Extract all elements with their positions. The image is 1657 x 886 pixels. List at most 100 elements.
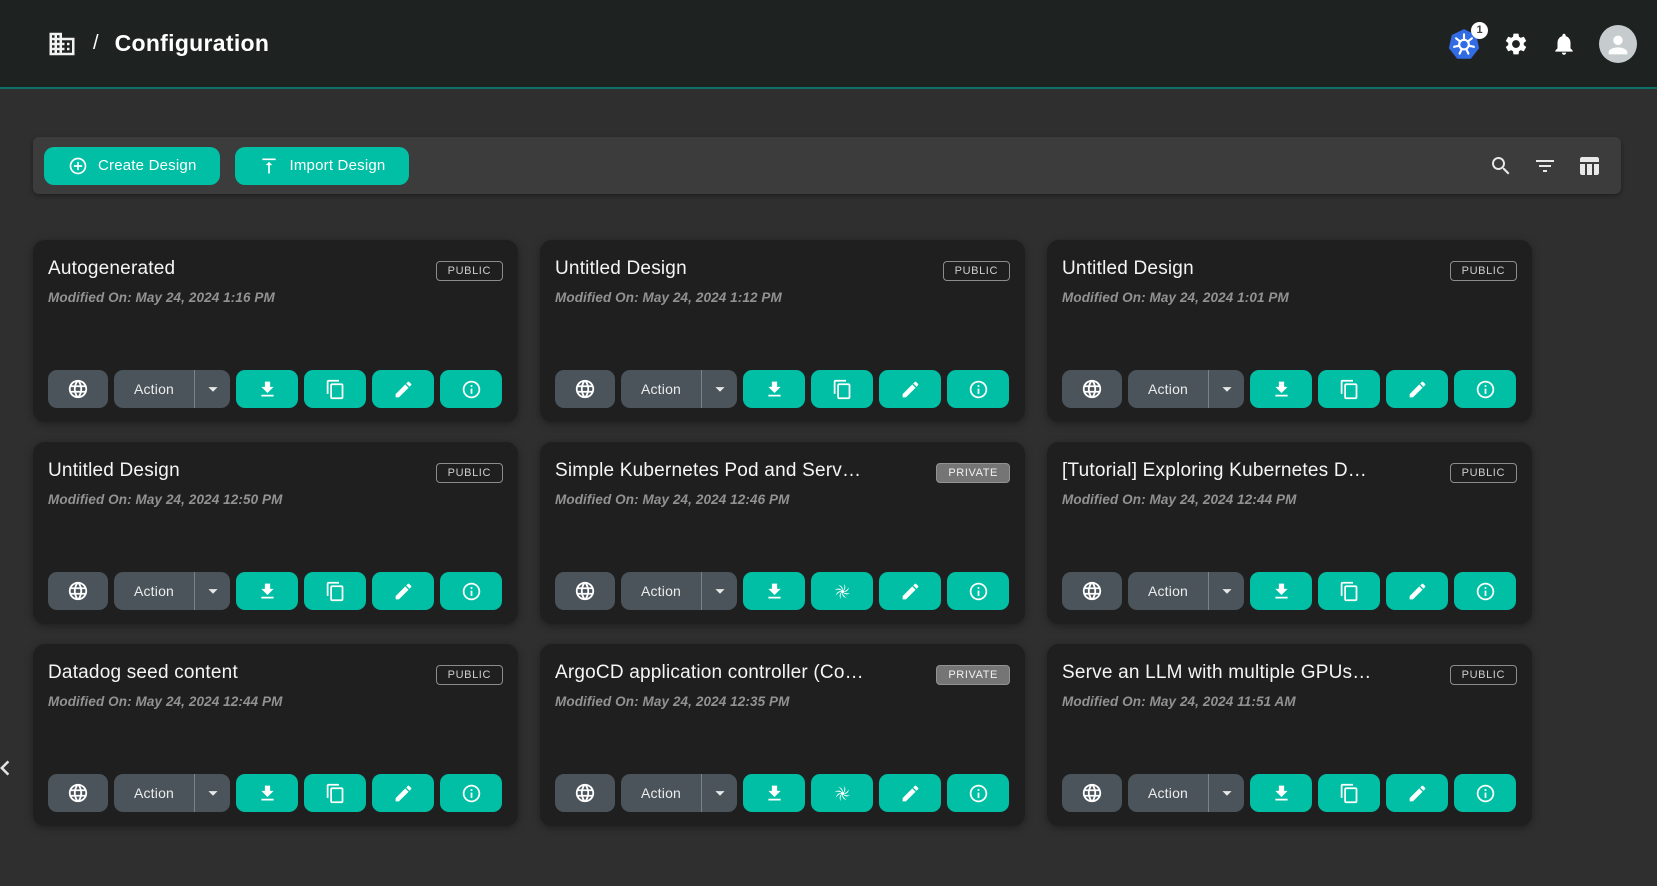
search-button[interactable] [1489,154,1513,178]
action-dropdown-toggle[interactable] [1208,572,1244,610]
edit-button[interactable] [879,370,941,408]
card-action-bar: Action [48,370,503,408]
action-dropdown-toggle[interactable] [194,572,230,610]
page-title: Configuration [115,30,270,57]
download-icon [257,581,278,602]
info-button[interactable] [1454,370,1516,408]
visibility-globe-button[interactable] [48,370,108,408]
clone-button[interactable] [811,370,873,408]
action-button[interactable]: Action [1128,774,1208,812]
design-card[interactable]: Untitled Design PUBLIC Modified On: May … [1047,240,1532,422]
clone-button[interactable] [304,370,366,408]
action-button[interactable]: Action [1128,572,1208,610]
chevron-down-icon [709,782,731,804]
download-button[interactable] [1250,370,1312,408]
visibility-globe-button[interactable] [48,572,108,610]
edit-button[interactable] [1386,370,1448,408]
visibility-globe-button[interactable] [1062,572,1122,610]
clone-button[interactable] [1318,572,1380,610]
edit-button[interactable] [372,370,434,408]
clone-button[interactable] [1318,774,1380,812]
info-button[interactable] [947,572,1009,610]
design-title: Autogenerated [48,258,175,280]
info-button[interactable] [1454,774,1516,812]
action-button[interactable]: Action [621,774,701,812]
clone-button[interactable] [304,774,366,812]
design-card[interactable]: Datadog seed content PUBLIC Modified On:… [33,644,518,826]
sidebar-collapse-button[interactable] [0,753,20,786]
card-header: Serve an LLM with multiple GPUs… PUBLIC [1062,662,1517,685]
design-card[interactable]: ArgoCD application controller (Co… PRIVA… [540,644,1025,826]
download-button[interactable] [236,572,298,610]
user-avatar[interactable] [1599,25,1637,63]
download-button[interactable] [236,370,298,408]
download-button[interactable] [743,572,805,610]
edit-button[interactable] [372,774,434,812]
download-button[interactable] [236,774,298,812]
create-design-button[interactable]: Create Design [44,147,220,185]
card-action-bar: Action [1062,774,1517,812]
action-dropdown-toggle[interactable] [701,774,737,812]
edit-pencil-icon [1407,379,1428,400]
info-button[interactable] [947,774,1009,812]
design-card[interactable]: Autogenerated PUBLIC Modified On: May 24… [33,240,518,422]
visibility-globe-button[interactable] [1062,774,1122,812]
action-button[interactable]: Action [621,572,701,610]
download-button[interactable] [1250,774,1312,812]
action-dropdown-toggle[interactable] [701,572,737,610]
design-card[interactable]: Simple Kubernetes Pod and Serv… PRIVATE … [540,442,1025,624]
action-button[interactable]: Action [621,370,701,408]
settings-button[interactable] [1503,31,1529,57]
kubernetes-context-button[interactable]: 1 [1447,27,1481,61]
design-card[interactable]: [Tutorial] Exploring Kubernetes D… PUBLI… [1047,442,1532,624]
design-title: Serve an LLM with multiple GPUs… [1062,662,1371,684]
visibility-globe-button[interactable] [48,774,108,812]
import-design-button[interactable]: Import Design [235,147,409,185]
modified-on-text: Modified On: May 24, 2024 1:12 PM [555,290,1010,305]
design-card[interactable]: Untitled Design PUBLIC Modified On: May … [540,240,1025,422]
table-view-button[interactable] [1577,154,1601,178]
info-button[interactable] [440,572,502,610]
info-button[interactable] [440,774,502,812]
visibility-globe-button[interactable] [555,572,615,610]
clone-button[interactable] [1318,370,1380,408]
info-icon [1475,379,1496,400]
design-card[interactable]: Untitled Design PUBLIC Modified On: May … [33,442,518,624]
edit-button[interactable] [1386,572,1448,610]
action-dropdown-toggle[interactable] [194,370,230,408]
design-spiral-button[interactable] [811,774,873,812]
visibility-globe-button[interactable] [555,774,615,812]
download-button[interactable] [743,370,805,408]
info-button[interactable] [440,370,502,408]
modified-on-text: Modified On: May 24, 2024 12:46 PM [555,492,1010,507]
table-view-icon [1577,154,1601,178]
action-button[interactable]: Action [114,572,194,610]
download-button[interactable] [743,774,805,812]
card-action-bar: Action [48,572,503,610]
action-button[interactable]: Action [1128,370,1208,408]
card-action-bar: Action [555,370,1010,408]
edit-button[interactable] [372,572,434,610]
visibility-globe-button[interactable] [555,370,615,408]
info-button[interactable] [1454,572,1516,610]
edit-button[interactable] [1386,774,1448,812]
action-button[interactable]: Action [114,774,194,812]
info-button[interactable] [947,370,1009,408]
design-spiral-button[interactable] [811,572,873,610]
edit-button[interactable] [879,774,941,812]
action-dropdown-toggle[interactable] [194,774,230,812]
action-dropdown-toggle[interactable] [1208,370,1244,408]
action-button[interactable]: Action [114,370,194,408]
download-button[interactable] [1250,572,1312,610]
visibility-globe-button[interactable] [1062,370,1122,408]
card-header: ArgoCD application controller (Co… PRIVA… [555,662,1010,685]
globe-icon [67,580,89,602]
edit-button[interactable] [879,572,941,610]
notifications-button[interactable] [1551,31,1577,57]
action-dropdown-toggle[interactable] [701,370,737,408]
card-header: Simple Kubernetes Pod and Serv… PRIVATE [555,460,1010,483]
clone-button[interactable] [304,572,366,610]
action-dropdown-toggle[interactable] [1208,774,1244,812]
design-card[interactable]: Serve an LLM with multiple GPUs… PUBLIC … [1047,644,1532,826]
filter-button[interactable] [1533,154,1557,178]
